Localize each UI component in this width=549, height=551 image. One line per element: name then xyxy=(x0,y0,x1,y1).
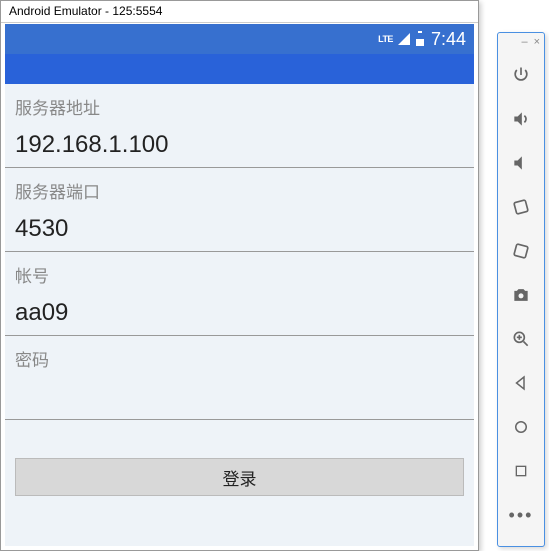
power-icon[interactable] xyxy=(509,63,533,87)
home-icon[interactable] xyxy=(509,415,533,439)
login-form: 服务器地址 服务器端口 帐号 密码 登录 xyxy=(5,84,474,506)
password-label: 密码 xyxy=(5,336,474,377)
volume-down-icon[interactable] xyxy=(509,151,533,175)
signal-icon xyxy=(397,32,411,46)
volume-up-icon[interactable] xyxy=(509,107,533,131)
minimize-button[interactable]: – xyxy=(521,37,527,47)
app-bar xyxy=(5,54,474,84)
server-address-input[interactable] xyxy=(5,125,474,168)
status-clock: 7:44 xyxy=(431,29,466,50)
android-screen: LTE 7:44 服务器地址 服务器端口 帐号 密码 登录 xyxy=(5,24,474,546)
more-icon[interactable]: ••• xyxy=(509,503,533,527)
password-input[interactable] xyxy=(5,377,474,420)
emulator-toolbar: – × ••• xyxy=(497,32,545,547)
window-titlebar[interactable]: Android Emulator - 125:5554 xyxy=(1,1,478,23)
server-port-input[interactable] xyxy=(5,209,474,252)
login-button[interactable]: 登录 xyxy=(15,458,464,496)
battery-icon xyxy=(415,31,425,47)
window-title: Android Emulator - 125:5554 xyxy=(9,4,162,18)
zoom-icon[interactable] xyxy=(509,327,533,351)
back-icon[interactable] xyxy=(509,371,533,395)
overview-icon[interactable] xyxy=(509,459,533,483)
status-bar: LTE 7:44 xyxy=(5,24,474,54)
account-label: 帐号 xyxy=(5,252,474,293)
server-address-label: 服务器地址 xyxy=(5,84,474,125)
camera-icon[interactable] xyxy=(509,283,533,307)
toolbar-window-controls: – × xyxy=(498,33,544,51)
rotate-left-icon[interactable] xyxy=(509,195,533,219)
server-port-label: 服务器端口 xyxy=(5,168,474,209)
lte-indicator: LTE xyxy=(378,34,393,44)
toolbar-items: ••• xyxy=(498,51,544,527)
account-input[interactable] xyxy=(5,293,474,336)
close-button[interactable]: × xyxy=(534,37,540,47)
emulator-window: Android Emulator - 125:5554 LTE 7:44 服务器… xyxy=(0,0,479,551)
rotate-right-icon[interactable] xyxy=(509,239,533,263)
